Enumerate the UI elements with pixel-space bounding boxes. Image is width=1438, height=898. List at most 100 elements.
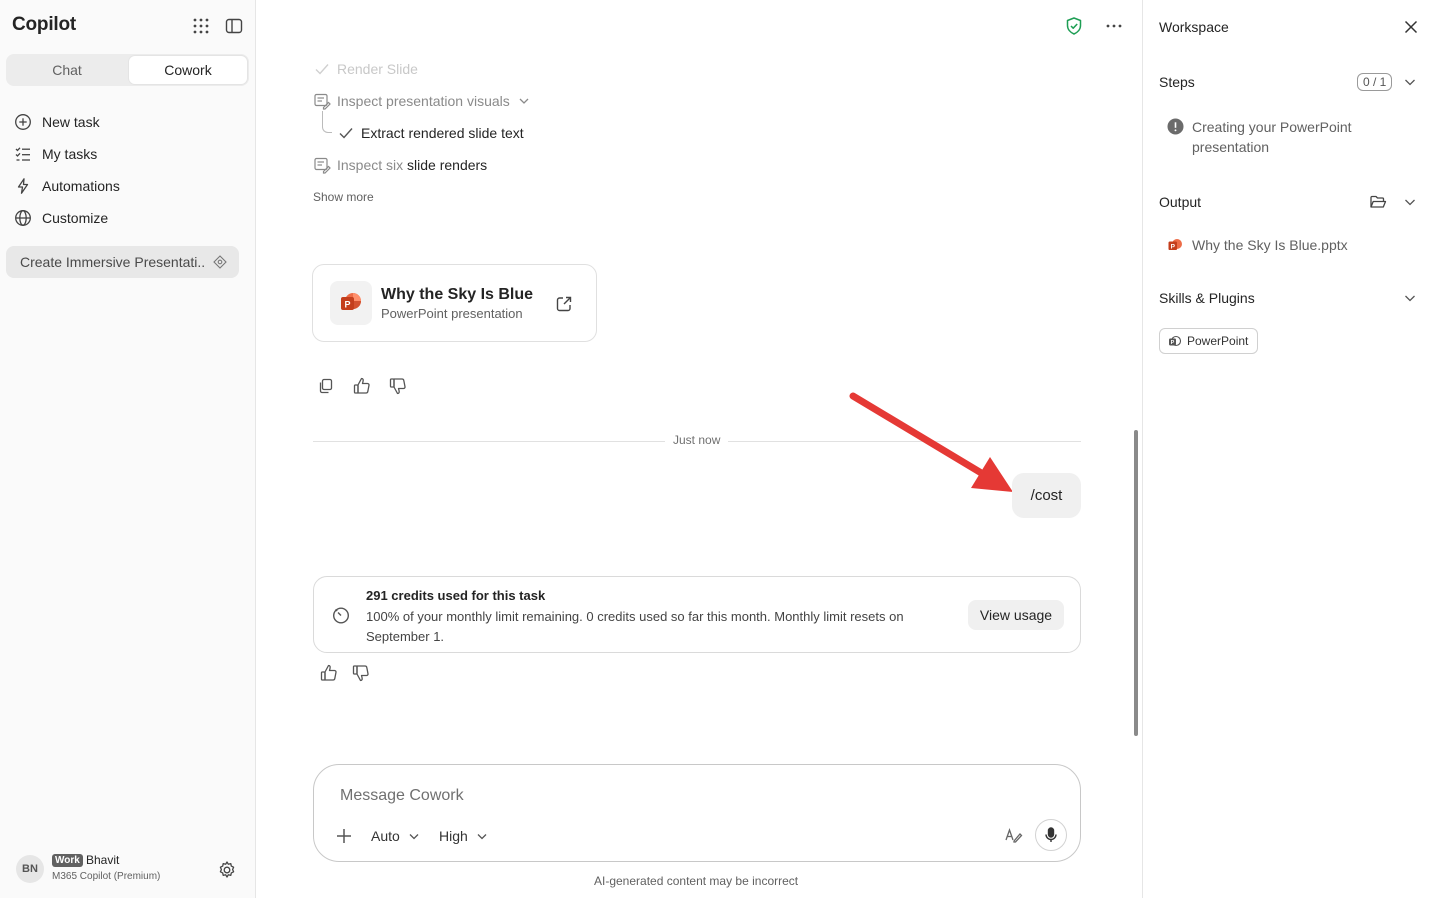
folder-open-icon[interactable]	[1369, 193, 1387, 211]
checkmark-icon	[339, 128, 353, 139]
svg-text:P: P	[344, 300, 350, 310]
step-label: slide renders	[407, 157, 488, 173]
step-label: Extract rendered slide text	[361, 125, 524, 141]
sidebar-toggle-icon[interactable]	[224, 16, 244, 36]
chevron-down-icon	[477, 834, 487, 840]
nav-new-task[interactable]: New task	[14, 110, 100, 134]
chevron-down-icon[interactable]	[1403, 75, 1417, 89]
close-icon[interactable]	[1401, 17, 1421, 37]
steps-section-title[interactable]: Steps	[1159, 74, 1195, 90]
steps-counter-badge: 0 / 1	[1357, 73, 1393, 91]
powerpoint-file-icon: P	[330, 281, 372, 325]
thumbs-up-icon[interactable]	[319, 663, 339, 683]
workspace-step-label: Creating your PowerPoint presentation	[1192, 119, 1352, 155]
globe-icon	[15, 210, 31, 226]
workspace-panel: Workspace Steps 0 / 1 Creating your Powe…	[1142, 0, 1438, 898]
shield-check-icon[interactable]	[1064, 16, 1084, 36]
powerpoint-plugin-icon: P	[1169, 335, 1181, 346]
mode-toggle: Chat Cowork	[6, 54, 249, 86]
skills-section-title[interactable]: Skills & Plugins	[1159, 290, 1255, 306]
output-file-item[interactable]: P Why the Sky Is Blue.pptx	[1167, 235, 1348, 255]
file-title: Why the Sky Is Blue	[381, 286, 534, 303]
app-brand: Copilot	[12, 14, 77, 35]
nav-label: My tasks	[42, 146, 98, 162]
model-selector[interactable]: Auto	[371, 826, 420, 846]
checkmark-icon	[315, 64, 329, 75]
avatar: BN	[16, 855, 44, 883]
step-label: Render Slide	[337, 61, 418, 77]
file-card[interactable]: P Why the Sky Is Blue PowerPoint present…	[312, 264, 597, 342]
document-edit-icon	[314, 157, 331, 174]
message-composer: Auto High	[313, 764, 1081, 862]
copy-icon[interactable]	[316, 376, 336, 396]
tab-chat[interactable]: Chat	[8, 56, 126, 84]
nav-my-tasks[interactable]: My tasks	[14, 142, 97, 166]
step-inspect-renders: Inspect six slide renders	[313, 155, 487, 175]
user-plan: M365 Copilot (Premium)	[52, 871, 161, 882]
chevron-down-icon[interactable]	[1403, 291, 1417, 305]
effort-selector-label: High	[439, 828, 468, 844]
model-selector-label: Auto	[371, 828, 400, 844]
thumbs-down-icon[interactable]	[351, 663, 371, 683]
credits-title: 291 credits used for this task	[366, 588, 546, 603]
nav-label: New task	[42, 114, 100, 130]
step-label: Inspect presentation visuals	[337, 93, 510, 109]
history-item-task[interactable]: Create Immersive Presentati...	[6, 246, 239, 278]
file-subtitle: PowerPoint presentation	[381, 306, 523, 321]
microphone-icon	[1045, 827, 1057, 842]
chevron-down-icon[interactable]	[1403, 195, 1417, 209]
tab-cowork[interactable]: Cowork	[129, 56, 247, 84]
view-usage-button[interactable]: View usage	[968, 600, 1064, 630]
credits-usage-card: 291 credits used for this task 100% of y…	[313, 576, 1081, 653]
step-prefix: Inspect six	[337, 157, 404, 173]
checklist-icon	[15, 147, 30, 161]
red-arrow-annotation	[849, 392, 1013, 492]
nav-label: Automations	[42, 178, 120, 194]
coworking-diamond-icon	[213, 255, 227, 269]
svg-text:P: P	[1171, 243, 1176, 250]
user-name: Bhavit	[86, 853, 120, 867]
work-badge: Work	[52, 854, 83, 867]
left-sidebar: Copilot Chat Cowork New task My tasks Au…	[0, 0, 256, 898]
spellcheck-icon[interactable]	[1004, 826, 1024, 846]
step-extract-text: Extract rendered slide text	[337, 123, 524, 143]
timer-gauge-icon	[331, 605, 351, 625]
add-attachment-icon[interactable]	[334, 826, 354, 846]
powerpoint-file-icon: P	[1168, 239, 1182, 250]
step-inspect-visuals[interactable]: Inspect presentation visuals	[313, 91, 536, 111]
info-alert-icon	[1167, 118, 1184, 135]
tree-connector	[322, 111, 332, 133]
output-section-title[interactable]: Output	[1159, 194, 1201, 210]
conversation-pane: Render Slide Inspect presentation visual…	[257, 0, 1141, 898]
message-input[interactable]	[340, 787, 940, 805]
nav-automations[interactable]: Automations	[14, 174, 120, 198]
svg-text:P: P	[1171, 340, 1175, 346]
flash-icon	[17, 178, 29, 194]
ai-disclaimer: AI-generated content may be incorrect	[594, 874, 799, 888]
open-external-icon[interactable]	[554, 294, 574, 314]
credits-description: 100% of your monthly limit remaining. 0 …	[366, 609, 904, 644]
user-message-bubble: /cost	[1012, 473, 1081, 518]
nav-customize[interactable]: Customize	[14, 206, 108, 230]
settings-gear-icon[interactable]	[217, 860, 237, 880]
effort-selector[interactable]: High	[439, 826, 488, 846]
apps-grid-icon[interactable]	[191, 16, 211, 36]
chevron-down-icon	[409, 834, 419, 840]
conversation-scrollbar[interactable]	[1134, 430, 1138, 736]
step-render-slide: Render Slide	[313, 59, 418, 79]
document-edit-icon	[314, 93, 331, 110]
history-item-label: Create Immersive Presentati...	[20, 254, 205, 270]
workspace-title: Workspace	[1159, 19, 1229, 35]
plugin-label: PowerPoint	[1187, 334, 1249, 348]
output-file-name: Why the Sky Is Blue.pptx	[1192, 237, 1348, 253]
chevron-down-icon	[519, 98, 529, 104]
add-circle-icon	[15, 114, 31, 130]
time-divider-label: Just now	[665, 433, 729, 447]
nav-label: Customize	[42, 210, 109, 226]
microphone-button[interactable]	[1035, 819, 1067, 851]
thumbs-down-icon[interactable]	[388, 376, 408, 396]
thumbs-up-icon[interactable]	[352, 376, 372, 396]
more-options-icon[interactable]	[1104, 16, 1124, 36]
show-more-link[interactable]: Show more	[313, 190, 374, 204]
plugin-chip-powerpoint[interactable]: P PowerPoint	[1159, 328, 1259, 354]
